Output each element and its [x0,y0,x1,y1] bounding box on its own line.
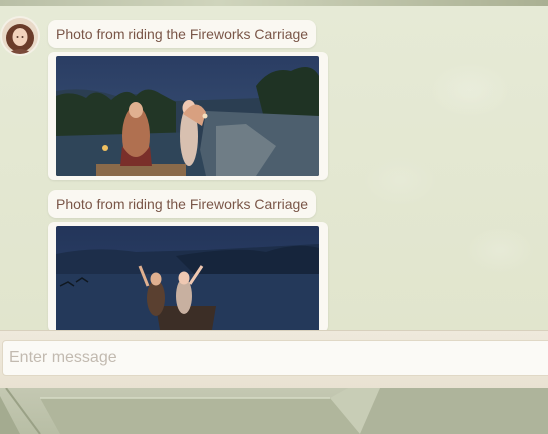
message-input[interactable] [2,340,548,376]
photo-thumbnail[interactable] [56,56,319,176]
chat-message: Photo from riding the Fireworks Carriage [48,190,330,332]
message-input-bar [0,330,548,389]
avatar-portrait-icon [2,18,38,54]
photo-caption: Photo from riding the Fireworks Carriage [48,190,317,218]
top-divider [0,0,548,6]
decorative-frame-icon [0,388,548,434]
photo-caption: Photo from riding the Fireworks Carriage [48,20,317,48]
avatar[interactable] [2,18,38,54]
photo-card[interactable] [48,222,328,332]
bottom-frame [0,388,548,434]
photo-card[interactable] [48,52,328,180]
photo-thumbnail[interactable] [56,226,319,332]
chat-message: Photo from riding the Fireworks Carriage [48,20,330,180]
chat-panel: Photo from riding the Fireworks Carriage [0,0,548,434]
